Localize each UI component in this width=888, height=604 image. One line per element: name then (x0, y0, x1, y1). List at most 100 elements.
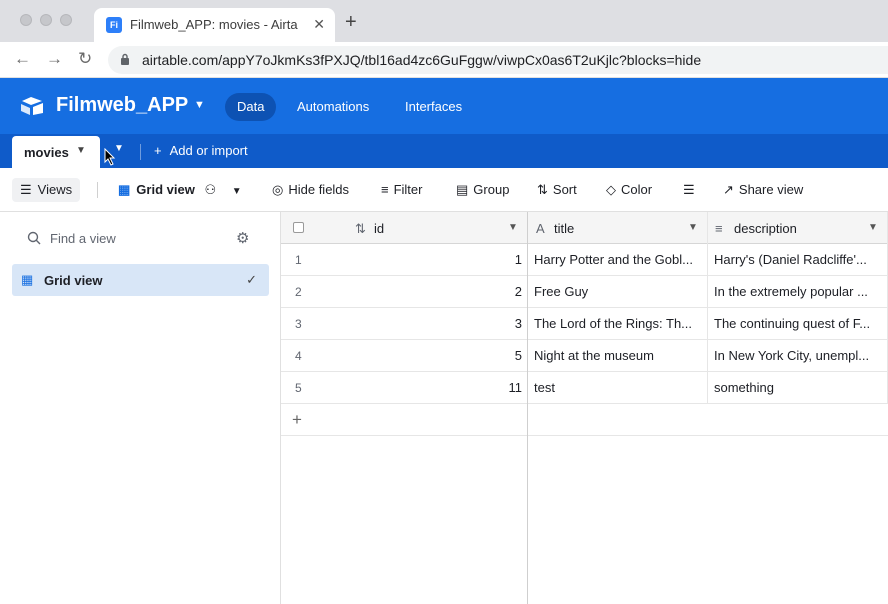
grid-view-label: Grid view (136, 182, 195, 197)
cell-title[interactable]: Night at the museum (528, 340, 708, 372)
filter-button[interactable]: ≡ Filter (381, 182, 422, 197)
text-field-icon: A (536, 221, 545, 236)
airtable-logo-icon (21, 97, 43, 115)
grid-view-switcher[interactable]: ▦ Grid view ⚇ ▼ (118, 182, 242, 198)
base-name[interactable]: Filmweb_APP (56, 94, 188, 117)
minimize-window-button[interactable] (40, 14, 52, 26)
frozen-column-divider (527, 212, 528, 604)
number-field-icon: ⇅ (355, 221, 366, 236)
chevron-down-icon[interactable]: ▼ (76, 145, 86, 156)
row-number[interactable]: 2 (281, 276, 351, 308)
hide-fields-button[interactable]: ◎ Hide fields (272, 182, 349, 198)
cell-title[interactable]: Harry Potter and the Gobl... (528, 244, 708, 276)
cell-description[interactable]: something (708, 372, 888, 404)
chevron-down-icon[interactable]: ▼ (508, 222, 518, 233)
view-toolbar: ☰ Views ▦ Grid view ⚇ ▼ ◎ Hide fields ≡ Filt… (0, 168, 888, 212)
group-label: Group (473, 182, 510, 197)
divider (140, 144, 141, 160)
row-height-icon: ☰ (683, 182, 695, 197)
group-button[interactable]: ▤ Group (456, 182, 509, 198)
app-header: Filmweb_APP ▼ Data Automations Interface… (0, 78, 888, 134)
table-tabs-bar: movies ▼ ▼ + Add or import (0, 134, 888, 168)
cell-title[interactable]: The Lord of the Rings: Th... (528, 308, 708, 340)
views-label: Views (37, 182, 73, 197)
browser-tab[interactable]: Fi Filmweb_APP: movies - Airtable ✕ (94, 8, 335, 42)
airtable-favicon-icon: Fi (106, 17, 122, 33)
row-height-button[interactable]: ☰ (683, 182, 695, 198)
column-header-title[interactable]: title (554, 221, 574, 236)
sidebar-item-grid-view[interactable]: ▦ Grid view ✓ (12, 264, 269, 296)
nav-data[interactable]: Data (225, 93, 277, 121)
filter-icon: ≡ (381, 182, 389, 197)
back-arrow-icon[interactable]: ← (14, 50, 31, 68)
group-icon: ▤ (456, 182, 469, 197)
row-number[interactable]: 4 (281, 340, 351, 372)
select-all-checkbox[interactable] (293, 222, 304, 233)
reload-icon[interactable]: ↻ (78, 50, 92, 68)
records-grid: ⇅ id ▼ A title ▼ ≡ description ▼ 1 1 Harry… (281, 212, 888, 604)
cell-description[interactable]: The continuing quest of F... (708, 308, 888, 340)
browser-tab-title: Filmweb_APP: movies - Airtable (130, 17, 298, 32)
row-number[interactable]: 1 (281, 244, 351, 276)
plus-icon: + (292, 410, 302, 429)
paint-bucket-icon: ◇ (606, 182, 616, 197)
long-text-field-icon: ≡ (715, 221, 723, 236)
sidebar-item-label: Grid view (44, 273, 103, 288)
new-tab-icon[interactable]: + (345, 12, 357, 32)
table-tab-label: movies (24, 145, 69, 160)
mouse-cursor-icon (104, 148, 116, 166)
share-icon: ↗ (723, 182, 734, 197)
add-row[interactable]: + (281, 404, 888, 436)
maximize-window-button[interactable] (60, 14, 72, 26)
nav-interfaces[interactable]: Interfaces (393, 93, 474, 121)
eye-slash-icon: ◎ (272, 182, 284, 197)
url-text: airtable.com/appY7oJkmKs3fPXJQ/tbl16ad4z… (142, 52, 702, 68)
find-view-input[interactable]: Find a view (50, 231, 116, 246)
cell-description[interactable]: In the extremely popular ... (708, 276, 888, 308)
table-tab-movies[interactable]: movies ▼ (12, 136, 100, 168)
gear-icon[interactable]: ⚙ (236, 229, 249, 247)
grid-icon: ▦ (21, 272, 34, 287)
cell-description[interactable]: In New York City, unempl... (708, 340, 888, 372)
chevron-down-icon: ▼ (231, 186, 242, 197)
cell-description[interactable]: Harry's (Daniel Radcliffe'... (708, 244, 888, 276)
url-bar[interactable]: airtable.com/appY7oJkmKs3fPXJQ/tbl16ad4z… (108, 46, 888, 74)
column-header-description[interactable]: description (734, 221, 797, 236)
cell-id[interactable]: 1 (351, 244, 528, 276)
close-window-button[interactable] (20, 14, 32, 26)
grid-header-left: ⇅ id ▼ (281, 212, 528, 244)
chevron-down-icon[interactable]: ▼ (868, 222, 878, 233)
column-divider (707, 212, 708, 404)
views-toggle-button[interactable]: ☰ Views (12, 178, 81, 202)
cell-title[interactable]: test (528, 372, 708, 404)
grid-icon: ▦ (118, 182, 131, 197)
cell-id[interactable]: 3 (351, 308, 528, 340)
hide-fields-label: Hide fields (288, 182, 350, 197)
add-or-import-button[interactable]: + Add or import (154, 143, 248, 158)
divider (97, 182, 98, 198)
cell-id[interactable]: 2 (351, 276, 528, 308)
hamburger-icon: ☰ (20, 182, 32, 197)
filter-label: Filter (393, 182, 423, 197)
row-number[interactable]: 3 (281, 308, 351, 340)
close-tab-icon[interactable]: ✕ (313, 16, 325, 33)
row-number[interactable]: 5 (281, 372, 351, 404)
color-label: Color (621, 182, 653, 197)
sort-button[interactable]: ⇅ Sort (537, 182, 577, 198)
chevron-down-icon[interactable]: ▼ (194, 99, 205, 111)
sort-label: Sort (552, 182, 577, 197)
search-icon (27, 231, 41, 245)
forward-arrow-icon[interactable]: → (46, 50, 63, 68)
column-header-id[interactable]: id (374, 221, 384, 236)
color-button[interactable]: ◇ Color (606, 182, 652, 198)
check-icon: ✓ (246, 272, 257, 287)
cell-title[interactable]: Free Guy (528, 276, 708, 308)
chevron-down-icon[interactable]: ▼ (688, 222, 698, 233)
cell-id[interactable]: 5 (351, 340, 528, 372)
share-view-label: Share view (738, 182, 804, 197)
nav-automations[interactable]: Automations (285, 93, 381, 121)
add-import-label: Add or import (169, 143, 248, 158)
views-sidebar: Find a view ⚙ ▦ Grid view ✓ (0, 212, 281, 604)
share-view-button[interactable]: ↗ Share view (723, 182, 803, 198)
cell-id[interactable]: 11 (351, 372, 528, 404)
